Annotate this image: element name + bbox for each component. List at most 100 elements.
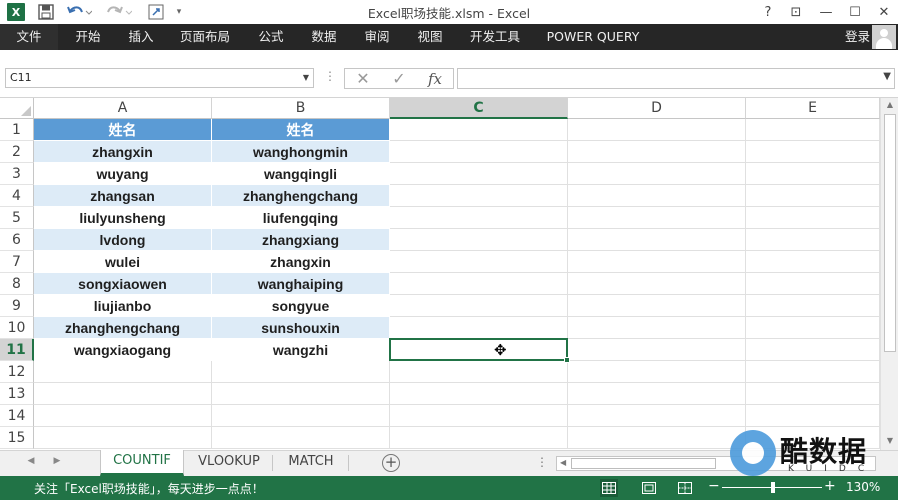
row-header-6[interactable]: 6 (0, 229, 34, 251)
table-header-cell[interactable]: 姓名 (34, 119, 212, 141)
cell-d11[interactable] (568, 339, 746, 361)
tab-splitter-icon[interactable]: ⋮ (536, 455, 548, 469)
cell-d14[interactable] (568, 405, 746, 427)
cell-c8[interactable] (390, 273, 568, 295)
page-layout-view-icon[interactable] (640, 479, 658, 497)
cell-a14[interactable] (34, 405, 212, 427)
ribbon-display-button[interactable]: ⊡ (784, 2, 808, 22)
cell-c14[interactable] (390, 405, 568, 427)
cell-c1[interactable] (390, 119, 568, 141)
cell-d12[interactable] (568, 361, 746, 383)
redo-icon[interactable] (104, 2, 134, 22)
table-cell[interactable]: zhangxin (34, 141, 212, 163)
row-header-12[interactable]: 12 (0, 361, 34, 383)
cell-e14[interactable] (746, 405, 880, 427)
insert-function-icon[interactable]: fx (417, 70, 453, 88)
scroll-down-icon[interactable]: ▼ (884, 436, 896, 448)
cell-d2[interactable] (568, 141, 746, 163)
cell-a12[interactable] (34, 361, 212, 383)
maximize-button[interactable]: ☐ (843, 2, 867, 22)
cell-c5[interactable] (390, 207, 568, 229)
row-header-8[interactable]: 8 (0, 273, 34, 295)
undo-icon[interactable] (64, 2, 94, 22)
user-avatar-icon[interactable] (872, 25, 896, 49)
touch-mode-icon[interactable] (146, 2, 166, 22)
sheet-tab-countif[interactable]: COUNTIF (100, 450, 184, 476)
name-box[interactable]: C11 ▼ (5, 68, 314, 88)
row-header-7[interactable]: 7 (0, 251, 34, 273)
cell-b15[interactable] (212, 427, 390, 449)
cell-a13[interactable] (34, 383, 212, 405)
tab-review[interactable]: 审阅 (354, 24, 400, 50)
cell-c13[interactable] (390, 383, 568, 405)
row-header-13[interactable]: 13 (0, 383, 34, 405)
cell-d5[interactable] (568, 207, 746, 229)
zoom-out-button[interactable]: − (708, 478, 720, 494)
cell-b14[interactable] (212, 405, 390, 427)
row-header-2[interactable]: 2 (0, 141, 34, 163)
table-cell[interactable]: wanghaiping (212, 273, 390, 295)
cell-c9[interactable] (390, 295, 568, 317)
table-cell[interactable]: wanghongmin (212, 141, 390, 163)
table-cell[interactable]: zhangxiang (212, 229, 390, 251)
table-cell[interactable]: songyue (212, 295, 390, 317)
cell-e10[interactable] (746, 317, 880, 339)
help-button[interactable]: ? (756, 2, 780, 22)
excel-logo-icon[interactable]: X (6, 2, 26, 22)
table-cell[interactable]: wangzhi (212, 339, 390, 361)
normal-view-icon[interactable] (600, 479, 618, 497)
vertical-scroll-thumb[interactable] (884, 114, 896, 352)
enter-icon[interactable]: ✓ (381, 69, 417, 88)
cell-e7[interactable] (746, 251, 880, 273)
sheet-tab-match[interactable]: MATCH (276, 451, 346, 475)
vertical-scrollbar[interactable]: ▲ ▼ (880, 98, 898, 450)
tab-page-layout[interactable]: 页面布局 (172, 24, 238, 50)
select-all-corner[interactable] (0, 98, 34, 119)
worksheet-grid[interactable]: A B C D E 1 2 3 4 5 6 7 8 9 10 11 12 13 14 15 姓名 姓名 zhangxin wa… (0, 98, 880, 450)
row-header-10[interactable]: 10 (0, 317, 34, 339)
sheet-tab-vlookup[interactable]: VLOOKUP (188, 451, 270, 475)
cell-e11[interactable] (746, 339, 880, 361)
cell-c3[interactable] (390, 163, 568, 185)
table-cell[interactable]: zhangxin (212, 251, 390, 273)
table-cell[interactable]: zhangsan (34, 185, 212, 207)
cell-e3[interactable] (746, 163, 880, 185)
cell-e6[interactable] (746, 229, 880, 251)
tab-power-query[interactable]: POWER QUERY (540, 24, 646, 50)
cell-d1[interactable] (568, 119, 746, 141)
cell-c2[interactable] (390, 141, 568, 163)
cell-c4[interactable] (390, 185, 568, 207)
cell-c12[interactable] (390, 361, 568, 383)
row-header-5[interactable]: 5 (0, 207, 34, 229)
cell-e5[interactable] (746, 207, 880, 229)
tab-data[interactable]: 数据 (301, 24, 347, 50)
sign-in-link[interactable]: 登录 (845, 24, 870, 50)
zoom-slider-thumb[interactable] (771, 482, 775, 493)
tab-file[interactable]: 文件 (0, 24, 58, 50)
cell-c7[interactable] (390, 251, 568, 273)
zoom-in-button[interactable]: + (824, 478, 836, 494)
horizontal-scrollbar[interactable]: ◀ (556, 456, 876, 471)
table-cell[interactable]: zhanghengchang (212, 185, 390, 207)
tab-home[interactable]: 开始 (64, 24, 112, 50)
zoom-level[interactable]: 130% (846, 480, 880, 494)
cancel-icon[interactable]: ✕ (345, 69, 381, 88)
cell-d13[interactable] (568, 383, 746, 405)
table-cell[interactable]: sunshouxin (212, 317, 390, 339)
tab-view[interactable]: 视图 (407, 24, 453, 50)
cell-d10[interactable] (568, 317, 746, 339)
row-header-15[interactable]: 15 (0, 427, 34, 449)
cell-e12[interactable] (746, 361, 880, 383)
cell-c15[interactable] (390, 427, 568, 449)
cell-c10[interactable] (390, 317, 568, 339)
row-header-1[interactable]: 1 (0, 119, 34, 141)
table-cell[interactable]: lvdong (34, 229, 212, 251)
table-cell[interactable]: liujianbo (34, 295, 212, 317)
scroll-up-icon[interactable]: ▲ (884, 100, 896, 112)
cell-c11[interactable] (390, 339, 568, 361)
cell-e2[interactable] (746, 141, 880, 163)
formula-bar-grip-icon[interactable]: ⋮ (324, 69, 336, 83)
cell-b13[interactable] (212, 383, 390, 405)
table-cell[interactable]: liulyunsheng (34, 207, 212, 229)
row-header-3[interactable]: 3 (0, 163, 34, 185)
